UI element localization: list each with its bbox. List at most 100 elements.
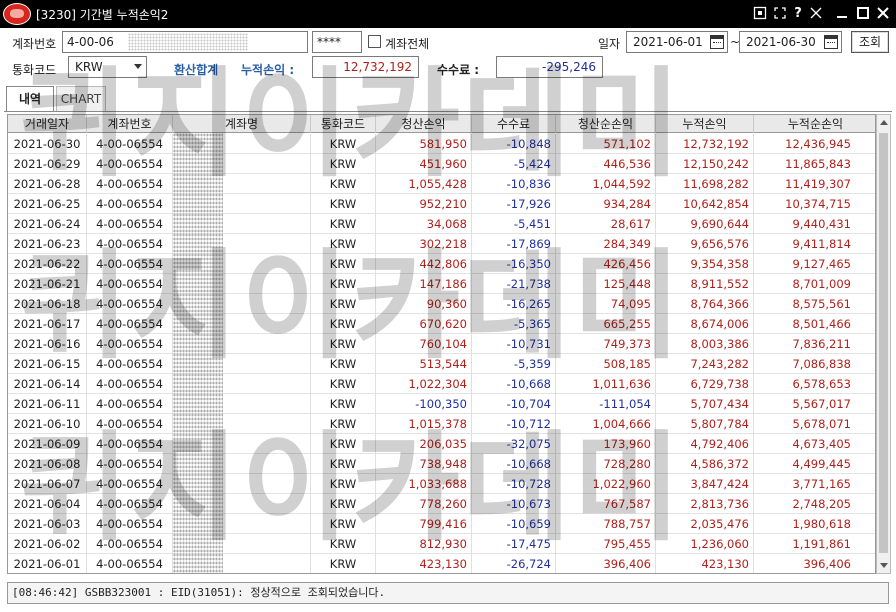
column-header[interactable]: 계좌번호 [87,115,173,133]
table-row[interactable]: 2021-06-11 4-00-06554 KRW -100,350 -10,704 -1… [8,394,875,414]
table-row[interactable]: 2021-06-28 4-00-06554 KRW 1,055,428 -10,836 1… [8,174,875,194]
cell-realized-pl: 799,416 [376,514,472,534]
column-header[interactable]: 청산손익 [376,115,472,133]
all-accounts-checkbox[interactable] [368,35,381,48]
cell-net-pl: 28,617 [556,214,656,234]
table-row[interactable]: 2021-06-23 4-00-06554 KRW 302,218 -17,869 284… [8,234,875,254]
scroll-up-icon[interactable] [880,120,888,125]
cell-account: 4-00-06554 [87,394,173,414]
table-row[interactable]: 2021-06-22 4-00-06554 KRW 442,806 -16,350 426… [8,254,875,274]
table-row[interactable]: 2021-06-07 4-00-06554 KRW 1,033,688 -10,728 1… [8,474,875,494]
table-row[interactable]: 2021-06-17 4-00-06554 KRW 670,620 -5,365 665,… [8,314,875,334]
account-name-mask [173,133,223,573]
table-row[interactable]: 2021-06-10 4-00-06554 KRW 1,015,378 -10,712 1… [8,414,875,434]
pin-icon[interactable] [772,6,788,22]
currency-label: 통화코드 [12,63,57,77]
table-row[interactable]: 2021-06-09 4-00-06554 KRW 206,035 -32,075 173… [8,434,875,454]
column-header[interactable]: 누적손익 [656,115,754,133]
cell-currency: KRW [311,274,376,294]
cell-cumulative-net-pl: 8,501,466 [792,317,851,331]
table-row[interactable]: 2021-06-29 4-00-06554 KRW 451,960 -5,424 446,… [8,154,875,174]
cell-net-pl: 125,448 [556,274,656,294]
cell-currency: KRW [311,134,376,154]
cell-fee: -10,848 [472,134,556,154]
cell-date: 2021-06-30 [8,134,87,154]
query-button[interactable]: 조회 [851,31,889,53]
converted-total-label: 환산합계 [174,63,219,77]
password-input[interactable]: **** [312,31,362,53]
column-header[interactable]: 계좌명 [173,115,311,133]
cell-net-pl: 1,004,666 [556,414,656,434]
minimize-icon[interactable] [834,6,850,22]
cell-date: 2021-06-21 [8,274,87,294]
tab-chart[interactable]: CHART [56,86,106,112]
fee-label: 수수료 : [437,63,480,77]
maximize-icon[interactable] [855,6,871,22]
cell-cumulative-pl: 4,792,406 [656,434,754,454]
close-icon[interactable] [875,6,891,22]
cell-cumulative-net-pl: 10,374,715 [785,197,851,211]
cell-fee: -10,704 [472,394,556,414]
table-row[interactable]: 2021-06-01 4-00-06554 KRW 423,130 -26,724 396… [8,554,875,573]
cell-fee: -16,350 [472,254,556,274]
cell-currency: KRW [311,514,376,534]
cell-fee: -21,738 [472,274,556,294]
table-row[interactable]: 2021-06-15 4-00-06554 KRW 513,544 -5,359 508,… [8,354,875,374]
app-logo-icon [3,3,31,25]
table-row[interactable]: 2021-06-02 4-00-06554 KRW 812,930 -17,475 795… [8,534,875,554]
scroll-thumb[interactable] [879,133,888,553]
cell-currency: KRW [311,534,376,554]
date-from-input[interactable]: 2021-06-01 [626,31,728,53]
calendar-icon[interactable] [710,35,724,49]
resize-icon[interactable] [808,6,824,22]
currency-select[interactable]: KRW [68,56,147,78]
cell-net-pl: 749,373 [556,334,656,354]
cell-cumulative-pl: 12,150,242 [656,154,754,174]
cell-net-pl: 173,960 [556,434,656,454]
cell-currency: KRW [311,354,376,374]
cell-account: 4-00-06554 [87,154,173,174]
chevron-down-icon [134,64,142,69]
tab-details[interactable]: 내역 [6,86,54,112]
cell-realized-pl: 513,544 [376,354,472,374]
column-header[interactable]: 수수료 [472,115,556,133]
cell-cumulative-net-pl: 8,701,009 [792,277,851,291]
column-header[interactable]: 청산순손익 [556,115,656,133]
table-row[interactable]: 2021-06-14 4-00-06554 KRW 1,022,304 -10,668 1… [8,374,875,394]
cell-cumulative-net-pl: 2,748,205 [792,497,851,511]
cell-cumulative-pl: 9,690,644 [656,214,754,234]
cell-cumulative-pl: 8,674,006 [656,314,754,334]
table-row[interactable]: 2021-06-03 4-00-06554 KRW 799,416 -10,659 788… [8,514,875,534]
restore-icon[interactable] [752,6,768,22]
column-header[interactable]: 거래일자 [8,115,87,133]
table-row[interactable]: 2021-06-16 4-00-06554 KRW 760,104 -10,731 749… [8,334,875,354]
date-to-input[interactable]: 2021-06-30 [739,31,842,53]
cell-fee: -10,731 [472,334,556,354]
cell-fee: -10,659 [472,514,556,534]
cell-net-pl: 788,757 [556,514,656,534]
cumulative-pl-value: 12,732,192 [312,56,419,78]
column-header[interactable]: 누적순손익 [754,115,875,133]
cell-cumulative-pl: 6,729,738 [656,374,754,394]
table-row[interactable]: 2021-06-04 4-00-06554 KRW 778,260 -10,673 767… [8,494,875,514]
cell-date: 2021-06-24 [8,214,87,234]
calendar-icon[interactable] [824,35,838,49]
table-row[interactable]: 2021-06-24 4-00-06554 KRW 34,068 -5,451 28,61… [8,214,875,234]
cell-date: 2021-06-08 [8,454,87,474]
cell-account: 4-00-06554 [87,214,173,234]
cell-fee: -5,451 [472,214,556,234]
help-icon[interactable]: ? [790,6,806,22]
cell-cumulative-pl: 9,354,358 [656,254,754,274]
cell-currency: KRW [311,234,376,254]
table-row[interactable]: 2021-06-30 4-00-06554 KRW 581,950 -10,848 571… [8,134,875,154]
table-row[interactable]: 2021-06-25 4-00-06554 KRW 952,210 -17,926 934… [8,194,875,214]
table-row[interactable]: 2021-06-18 4-00-06554 KRW 90,360 -16,265 74,0… [8,294,875,314]
date-label: 일자 [598,37,621,51]
table-row[interactable]: 2021-06-21 4-00-06554 KRW 147,186 -21,738 125… [8,274,875,294]
table-row[interactable]: 2021-06-08 4-00-06554 KRW 738,948 -10,668 728… [8,454,875,474]
column-header[interactable]: 통화코드 [311,115,376,133]
cell-cumulative-pl: 12,732,192 [656,134,754,154]
cell-currency: KRW [311,214,376,234]
scroll-down-icon[interactable] [880,563,888,568]
vertical-scrollbar[interactable] [876,114,891,574]
